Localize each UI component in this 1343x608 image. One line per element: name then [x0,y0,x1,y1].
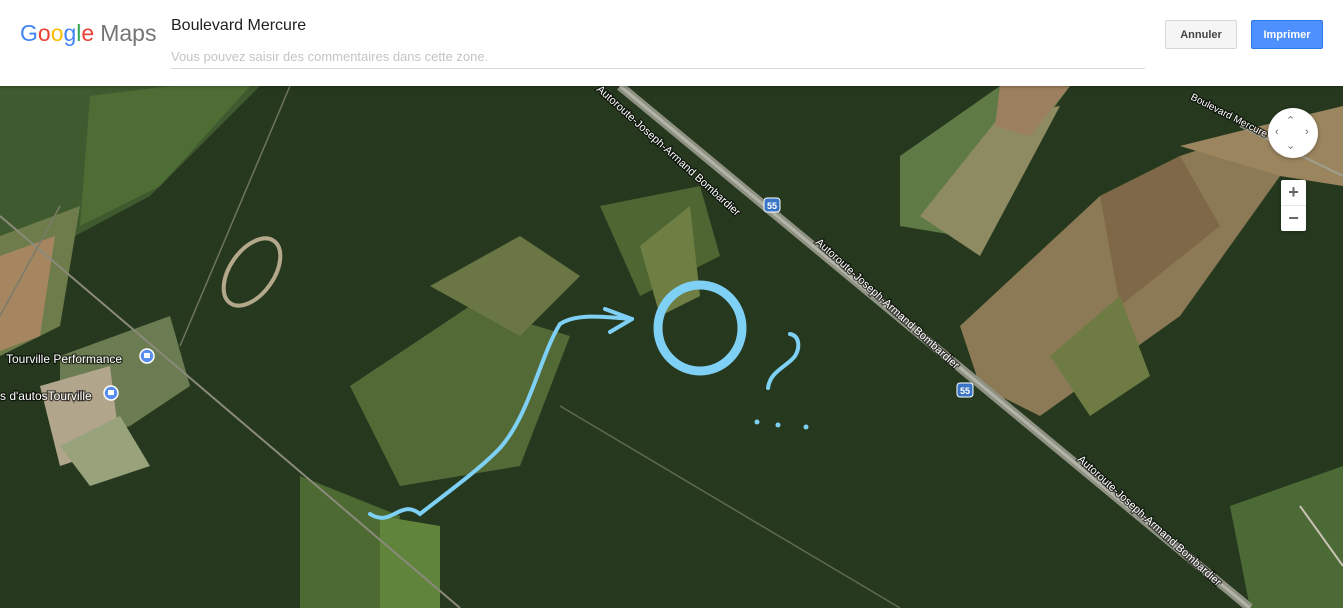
print-header: GoogleMaps Boulevard Mercure Annuler Imp… [0,0,1343,86]
zoom-out-button[interactable]: − [1281,206,1306,231]
pan-control[interactable]: ‹ ‹ › › [1268,108,1318,158]
highway-shield-55-bottom: 55 [960,386,970,396]
google-maps-logo: Google Maps [20,20,156,47]
pan-down-icon[interactable]: › [1284,146,1296,150]
satellite-map[interactable]: 55 55 Autoroute-Joseph-Armand Bombardier… [0,86,1343,608]
map-canvas: 55 55 Autoroute-Joseph-Armand Bombardier… [0,86,1343,608]
pan-up-icon[interactable]: ‹ [1284,116,1296,120]
google-wordmark: Google [20,20,95,46]
zoom-control: + − [1281,180,1306,231]
pan-right-icon[interactable]: › [1305,127,1309,138]
pan-left-icon[interactable]: ‹ [1275,127,1279,138]
poi-label-tourville-performance: Tourville Performance [6,352,122,366]
comment-field[interactable] [171,44,1145,69]
cancel-button[interactable]: Annuler [1165,20,1237,49]
highway-shield-55-top: 55 [767,201,777,211]
page-title: Boulevard Mercure [171,17,307,34]
maps-wordmark: Maps [100,20,157,46]
print-button[interactable]: Imprimer [1251,20,1323,49]
poi-label-autos-tourville: s d'autosTourville [0,389,92,403]
zoom-in-button[interactable]: + [1281,180,1306,206]
